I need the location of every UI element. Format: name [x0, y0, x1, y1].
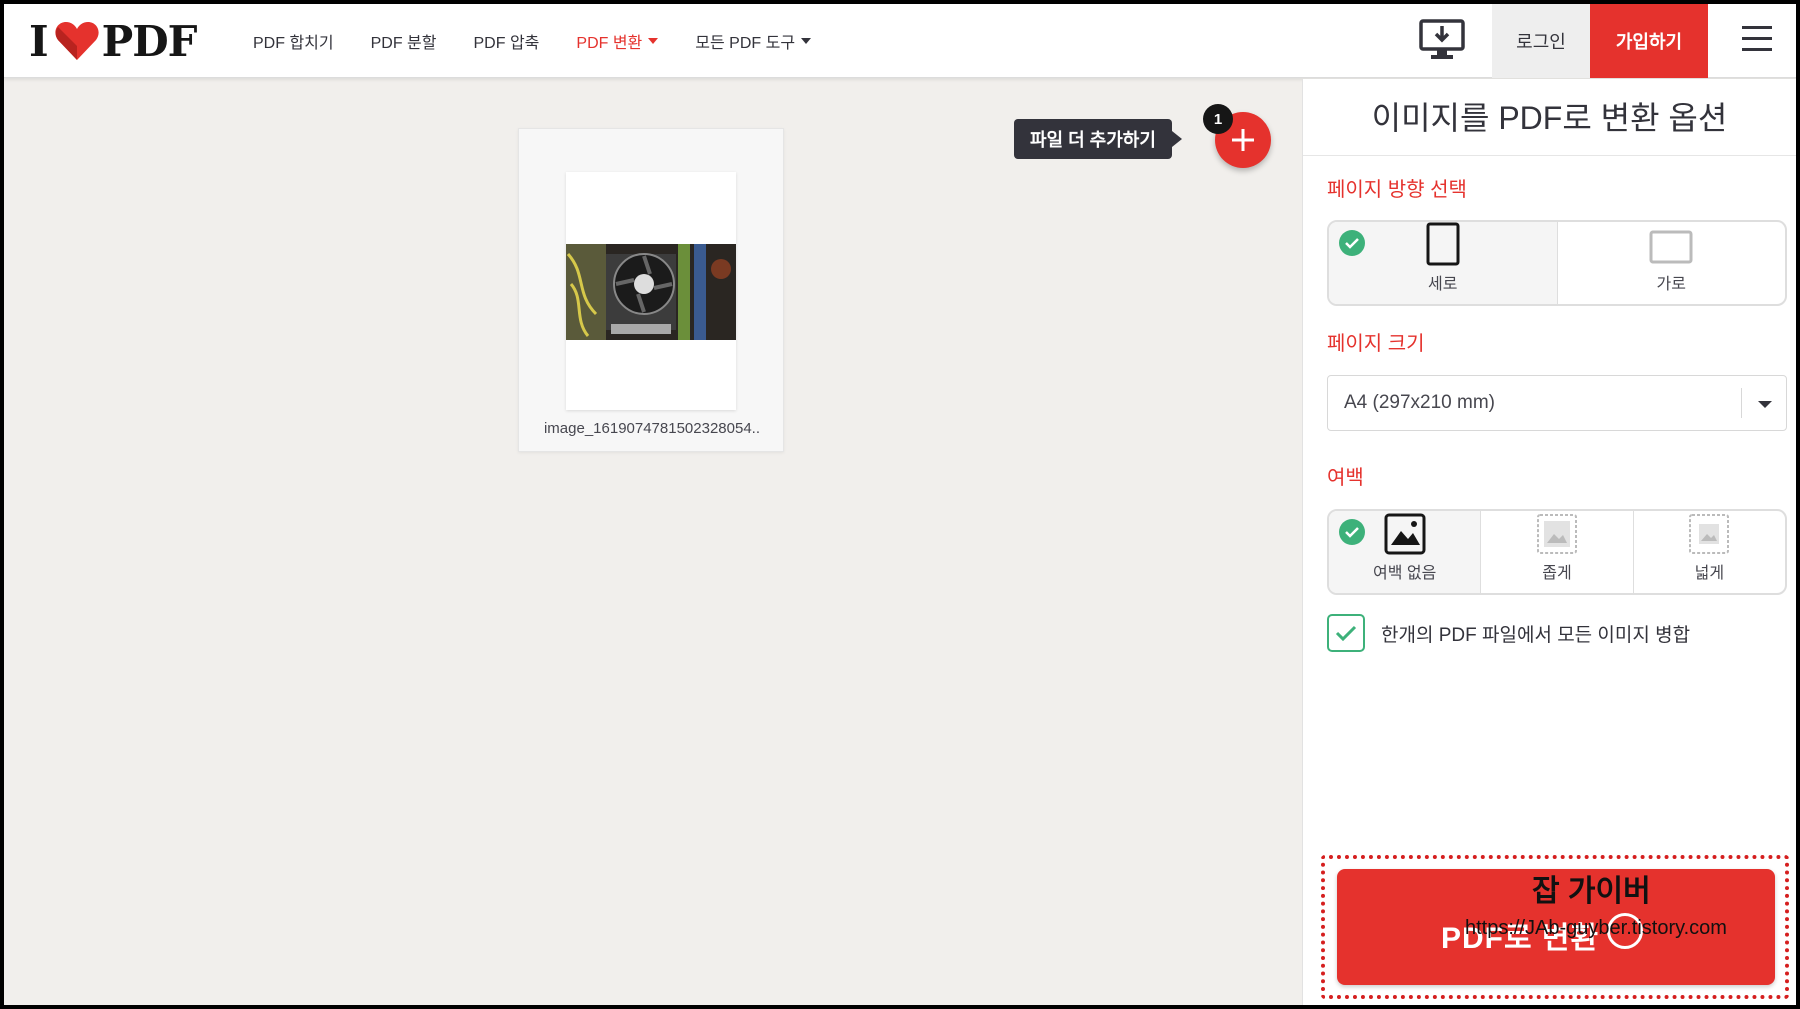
- plus-icon: [1232, 129, 1254, 151]
- ilovepdf-logo[interactable]: I PDF: [29, 16, 198, 66]
- options-sidebar: 이미지를 PDF로 변환 옵션 페이지 방향 선택 세로 가로 페이지 크기 A…: [1302, 79, 1796, 1005]
- file-workspace: image_1619074781502328054.. 파일 더 추가하기 1: [4, 79, 1302, 1005]
- top-header: I PDF PDF 합치기 PDF 분할 PDF 압축 PDF 변환 모든 PD…: [4, 4, 1796, 78]
- merge-label: 한개의 PDF 파일에서 모든 이미지 병합: [1381, 624, 1691, 646]
- merge-checkbox[interactable]: [1327, 614, 1365, 652]
- login-button[interactable]: 로그인: [1492, 4, 1590, 78]
- cpu-cooler-photo: [566, 244, 736, 340]
- orientation-landscape[interactable]: 가로: [1558, 222, 1786, 304]
- caret-down-icon: [801, 38, 812, 44]
- add-more-files-tooltip: 파일 더 추가하기: [1014, 119, 1182, 159]
- desktop-download-icon[interactable]: [1418, 18, 1466, 62]
- logo-i: I: [29, 16, 49, 66]
- chevron-down-icon: [1758, 401, 1772, 408]
- orientation-portrait[interactable]: 세로: [1329, 222, 1558, 304]
- file-card[interactable]: image_1619074781502328054..: [518, 128, 784, 452]
- checkmark-icon: [1335, 625, 1357, 642]
- nav-merge-pdf[interactable]: PDF 합치기: [253, 29, 334, 53]
- file-count-badge: 1: [1203, 104, 1233, 134]
- signup-button[interactable]: 가입하기: [1590, 4, 1708, 78]
- nav-all-tools[interactable]: 모든 PDF 도구: [695, 29, 812, 53]
- main-nav: PDF 합치기 PDF 분할 PDF 압축 PDF 변환 모든 PDF 도구: [253, 4, 848, 78]
- file-name: image_1619074781502328054..: [543, 420, 761, 437]
- nav-compress-pdf[interactable]: PDF 압축: [474, 29, 540, 53]
- divider: [1303, 155, 1796, 156]
- app-window: I PDF PDF 합치기 PDF 분할 PDF 압축 PDF 변환 모든 PD…: [4, 4, 1796, 1005]
- hamburger-menu-icon[interactable]: [1742, 26, 1772, 52]
- image-thumbnail: [566, 244, 736, 340]
- image-small-margin-icon: [1536, 514, 1577, 554]
- merge-option: 한개의 PDF 파일에서 모든 이미지 병합: [1327, 614, 1690, 652]
- margin-label: 여백: [1327, 467, 1364, 489]
- image-no-margin-icon: [1384, 513, 1426, 555]
- nav-convert-pdf[interactable]: PDF 변환: [576, 29, 659, 53]
- logo-pdf: PDF: [101, 16, 198, 66]
- page-size-label: 페이지 크기: [1327, 333, 1425, 355]
- watermark-url: https://JAb-guyber.tistory.com: [1465, 917, 1727, 939]
- nav-split-pdf[interactable]: PDF 분할: [371, 29, 437, 53]
- check-icon: [1339, 230, 1365, 256]
- sidebar-title: 이미지를 PDF로 변환 옵션: [1371, 100, 1728, 136]
- convert-highlight-box: PDF로 변환 잡 가이버 https://JAb-guyber.tistory…: [1321, 855, 1789, 999]
- check-icon: [1339, 519, 1365, 545]
- margin-none[interactable]: 여백 없음: [1329, 511, 1482, 593]
- file-page-preview: [566, 172, 736, 410]
- landscape-page-icon: [1649, 230, 1693, 264]
- portrait-page-icon: [1426, 222, 1460, 266]
- orientation-options: 세로 가로: [1327, 220, 1787, 306]
- orientation-label: 페이지 방향 선택: [1327, 179, 1467, 201]
- margin-big[interactable]: 넓게: [1634, 511, 1785, 593]
- watermark-title: 잡 가이버: [1532, 875, 1651, 908]
- margin-small[interactable]: 좁게: [1481, 511, 1634, 593]
- margin-options: 여백 없음 좁게 넓게: [1327, 509, 1787, 595]
- heart-icon: [55, 22, 99, 60]
- image-big-margin-icon: [1689, 514, 1730, 554]
- caret-down-icon: [648, 38, 659, 44]
- page-size-select[interactable]: A4 (297x210 mm): [1327, 375, 1787, 431]
